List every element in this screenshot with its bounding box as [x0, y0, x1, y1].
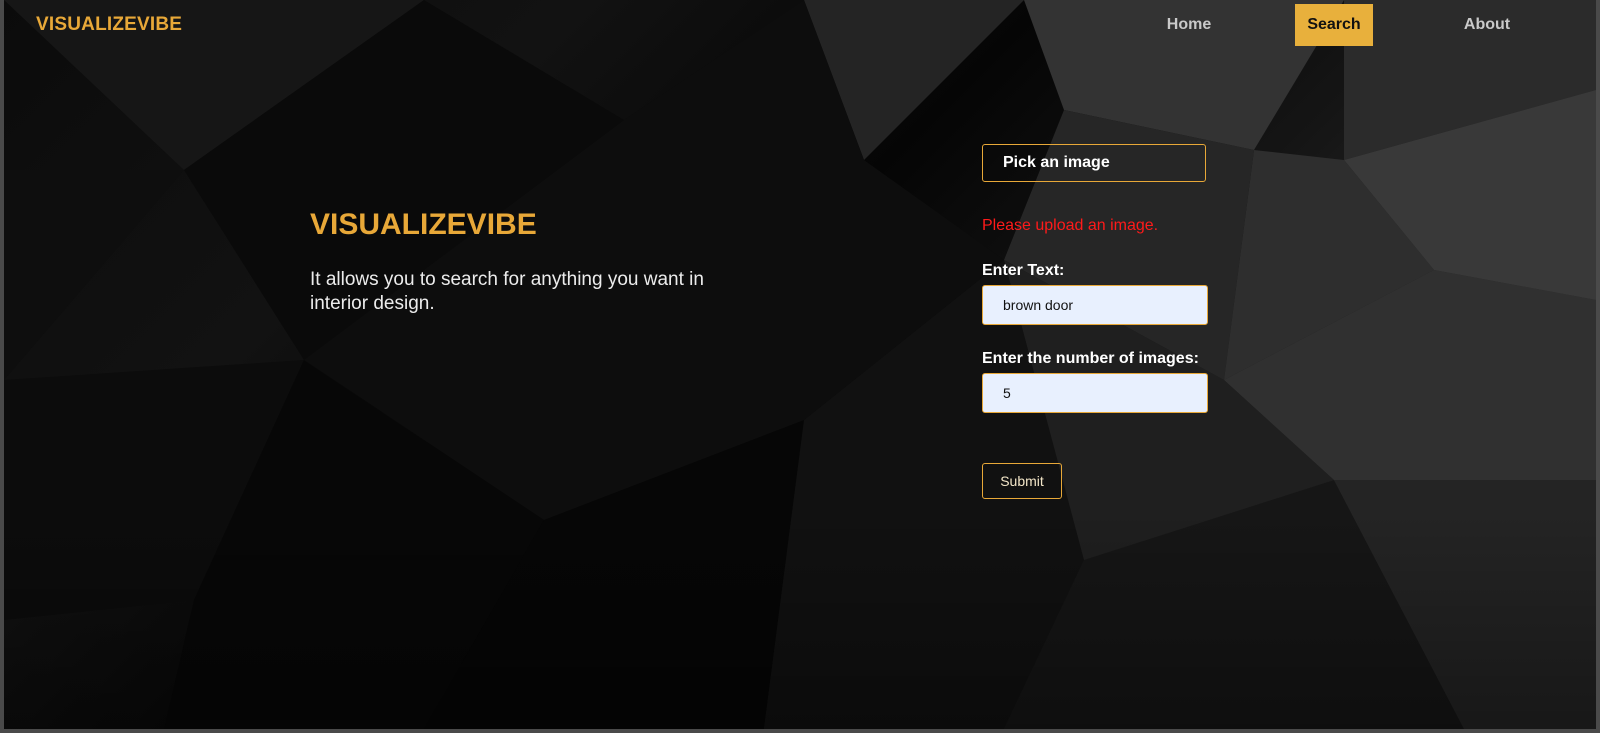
pick-image-button[interactable]: Pick an image	[982, 144, 1206, 182]
text-field-label: Enter Text:	[982, 262, 1065, 279]
hero-title: VISUALIZEVIBE	[310, 208, 537, 241]
background-shade	[4, 0, 1596, 729]
upload-error-message: Please upload an image.	[982, 217, 1159, 234]
hero-description: It allows you to search for anything you…	[310, 269, 704, 314]
image-count-label: Enter the number of images:	[982, 350, 1199, 367]
brand-logo[interactable]: VISUALIZEVIBE	[36, 14, 182, 36]
nav-search-link[interactable]: Search	[1295, 4, 1373, 46]
submit-button[interactable]: Submit	[982, 463, 1062, 499]
text-input[interactable]	[982, 285, 1208, 325]
image-count-input[interactable]	[982, 373, 1208, 413]
nav-about-link[interactable]: About	[1448, 4, 1526, 46]
nav-home-link[interactable]: Home	[1150, 4, 1228, 46]
top-nav: VISUALIZEVIBE Home Search About	[4, 0, 1596, 46]
page: VISUALIZEVIBE Home Search About VISUALIZ…	[4, 0, 1596, 729]
